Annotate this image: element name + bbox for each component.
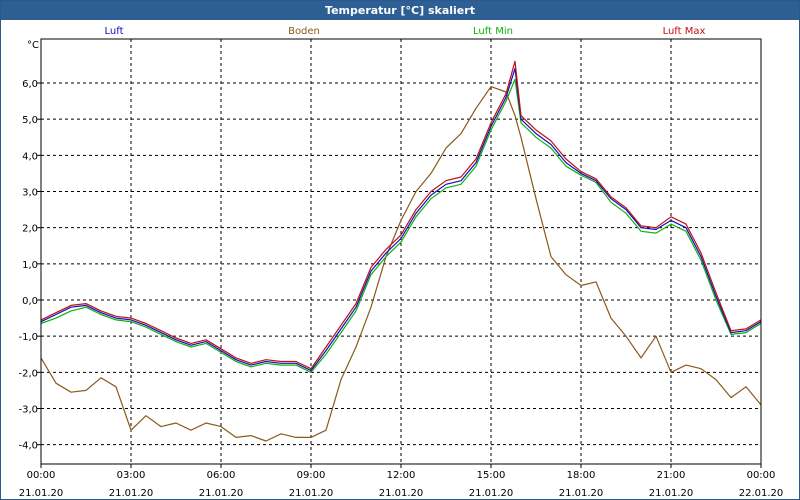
legend-entry: Boden [288,26,320,37]
chart-title: Temperatur [°C] skaliert [325,4,475,17]
x-tick-date: 22.01.20 [739,488,784,499]
x-tick-time: 06:00 [207,470,236,481]
x-tick-time: 00:00 [747,470,776,481]
x-tick-date: 21.01.20 [469,488,514,499]
x-axis-ticks: 00:00 21.01.20 03:00 21.01.20 06:00 21.01.20 0… [19,464,784,499]
y-tick-label: 2,0 [22,224,38,235]
x-tick-date: 21.01.20 [199,488,244,499]
x-tick-date: 21.01.20 [19,488,64,499]
y-tick-label: 0,0 [22,296,38,307]
grid [41,39,761,464]
x-tick-time: 18:00 [567,470,596,481]
x-tick-time: 03:00 [117,470,146,481]
x-tick-date: 21.01.20 [649,488,694,499]
chart-title-bar: Temperatur [°C] skaliert [1,1,799,20]
legend: Luft Boden Luft Min Luft Max [105,26,706,37]
y-axis-label: °C [27,40,39,51]
y-tick-label: 3,0 [22,188,38,199]
temperature-chart: Luft Boden Luft Min Luft Max °C 6,0 5,0 4,0 3,… [18,26,784,499]
legend-entry: Luft Max [663,26,706,37]
y-tick-label: -4,0 [18,441,38,452]
y-tick-label: -2,0 [18,368,38,379]
x-tick-date: 21.01.20 [289,488,334,499]
y-axis-ticks: 6,0 5,0 4,0 3,0 2,0 1,0 0,0 -1,0 -2,0 -3,0 -4,0 [18,79,41,452]
legend-entry: Luft Min [473,26,513,37]
y-tick-label: 6,0 [22,79,38,90]
x-tick-time: 00:00 [27,470,56,481]
x-tick-date: 21.01.20 [559,488,604,499]
chart-window: Temperatur [°C] skaliert Luft Boden Luft M… [0,0,800,500]
x-tick-date: 21.01.20 [379,488,424,499]
x-tick-time: 09:00 [297,470,326,481]
y-tick-label: -3,0 [18,405,38,416]
x-tick-time: 21:00 [657,470,686,481]
y-tick-label: 4,0 [22,151,38,162]
y-tick-label: -1,0 [18,332,38,343]
y-tick-label: 5,0 [22,115,38,126]
y-tick-label: 1,0 [22,260,38,271]
x-tick-time: 15:00 [477,470,506,481]
x-tick-date: 21.01.20 [109,488,154,499]
x-tick-time: 12:00 [387,470,416,481]
legend-entry: Luft [105,26,124,37]
